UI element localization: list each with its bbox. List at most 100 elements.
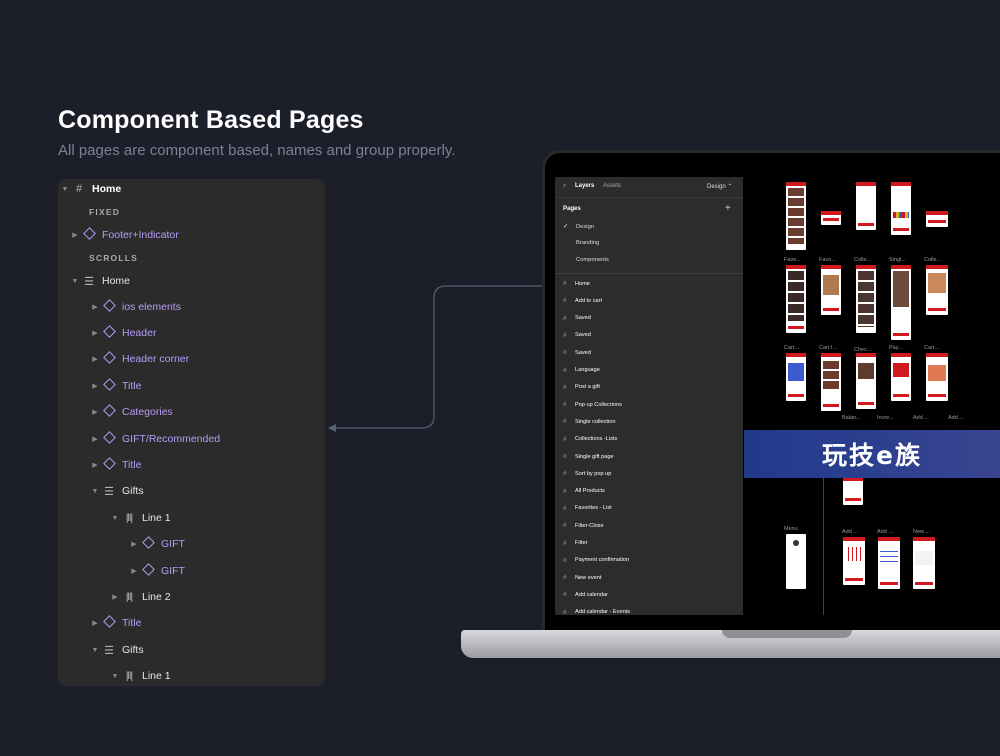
check-icon: ✓ [563,224,569,230]
frame-list-item[interactable]: # Saved [563,315,591,322]
frame-list-label: Pop up Collecrions [575,401,622,408]
figma-sidebar: ⌕ Layers Assets Design ⌃ Pages + ✓ Design… [555,177,743,615]
frame-label: Cart... [924,345,939,351]
frame-list-label: Home [575,280,590,287]
tab-assets[interactable]: Assets [603,183,621,189]
frame-list-label: Saved [575,332,591,339]
frame-icon: # [563,331,567,339]
frame-thumbnail[interactable] [878,537,900,589]
frame-list-label: Add calendar [575,591,608,598]
frame-thumbnail[interactable] [786,182,806,250]
frame-thumbnail[interactable] [843,537,865,585]
frame-list-label: Language [575,367,600,373]
frame-list-label: Add calendar - Events [575,609,631,615]
frame-list-label: Sort by pop up [575,470,612,477]
add-page-icon[interactable]: + [725,203,731,214]
frame-thumbnail[interactable] [926,211,948,227]
frame-thumbnail[interactable] [843,477,863,505]
frame-icon: # [563,470,567,478]
frame-thumbnail[interactable] [913,537,935,589]
frame-thumbnail[interactable] [786,353,806,401]
frame-list-item[interactable]: # Payment confirmation [563,557,629,564]
frame-thumbnail[interactable] [856,353,876,409]
frame-list-item[interactable]: # Home [563,280,590,287]
frame-list-item[interactable]: # Add calendar [563,591,608,598]
frame-list-label: Filter [575,540,588,546]
frame-list-item[interactable]: # Collections -Lists [563,436,617,443]
figma-tabs: ⌕ Layers Assets Design ⌃ [555,177,743,198]
page-branding[interactable]: Branding [563,240,599,246]
frame-list-label: Saved [575,315,591,322]
frame-list-label: Single gift page [575,453,614,460]
frame-list-item[interactable]: # Saved [563,332,591,339]
frame-list-label: Single collection [575,418,616,425]
frame-thumbnail[interactable] [891,353,911,401]
frame-list-item[interactable]: # Saved [563,349,591,356]
frame-label: Menu [784,526,798,532]
frame-list-label: Saved [575,349,591,356]
frame-list-item[interactable]: # Favorites - List [563,505,612,512]
frame-icon: # [563,280,567,287]
frame-icon: # [563,401,567,409]
frame-label: Add ... [842,529,858,535]
frame-list-item[interactable]: # Pop up Collecrions [563,401,622,408]
frame-label: Incre... [877,415,894,421]
frame-label: Cart I... [819,345,838,351]
frame-thumbnail[interactable] [856,265,876,333]
frame-icon: # [563,556,567,564]
frame-thumbnail[interactable] [821,353,841,411]
frame-list-item[interactable]: # Add to cart [563,297,602,304]
watermark-banner: 玩技e族 [744,430,1000,478]
frame-label: Add ... [913,415,929,421]
frame-list-label: Collections -Lists [575,436,618,443]
tab-layers[interactable]: Layers [575,183,594,189]
page-components[interactable]: Components [563,257,609,263]
frame-thumbnail[interactable] [821,211,841,225]
frame-label: New ... [913,529,931,535]
frame-icon: # [563,435,567,443]
frame-thumbnail[interactable] [891,182,911,235]
frame-thumbnail[interactable] [926,265,948,315]
mode-dropdown[interactable]: Design ⌃ [707,183,732,190]
page-design[interactable]: ✓ Design [563,223,594,231]
frame-thumbnail[interactable] [926,353,948,401]
frame-thumbnail[interactable] [821,265,841,315]
watermark-text: 玩技e族 [822,441,922,470]
pages-label: Pages [563,206,581,212]
design-canvas: Favo... Favo... Colle... Singl... Colle.… [746,177,1000,615]
frame-list-label: New event [575,574,602,581]
frame-list-item[interactable]: # Single gift page [563,453,614,460]
search-icon[interactable]: ⌕ [563,183,566,190]
frame-icon: # [563,504,567,512]
frame-label: Cart... [784,345,799,351]
frame-list-label: Payment confirmation [575,557,630,564]
frame-label: Favo... [819,257,836,263]
frame-label: Add ... [948,415,964,421]
frame-label: Pay... [889,345,903,351]
frame-icon: # [563,591,567,599]
frame-label: Favo... [784,257,801,263]
frame-list-item[interactable]: # Single collection [563,418,615,425]
frame-list-item[interactable]: # All Products [563,488,605,495]
frame-thumbnail[interactable] [786,534,806,589]
frame-icon: # [563,418,567,426]
frame-icon: # [563,522,567,530]
frame-label: Singl... [889,257,906,263]
frame-label: Balan... [842,415,861,421]
frame-thumbnail[interactable] [856,182,876,230]
frame-thumbnail[interactable] [891,265,911,340]
frame-list-item[interactable]: # Filter-Close [563,522,604,529]
frame-list-item[interactable]: # New event [563,574,601,581]
frame-icon: # [563,453,567,460]
frame-list-item[interactable]: # Language [563,367,600,374]
divider [555,273,743,274]
frame-list-item[interactable]: # Sort by pop up [563,470,611,477]
frame-list-item[interactable]: # Filter [563,540,587,547]
frame-list-item[interactable]: # Post a gift [563,384,600,391]
frame-icon: # [563,297,567,305]
frame-thumbnail[interactable] [786,265,806,333]
frame-icon: # [563,608,567,615]
frame-icon: # [563,487,567,495]
frame-list-item[interactable]: # Add calendar - Events [563,609,630,615]
frame-list-label: All Products [575,488,605,495]
